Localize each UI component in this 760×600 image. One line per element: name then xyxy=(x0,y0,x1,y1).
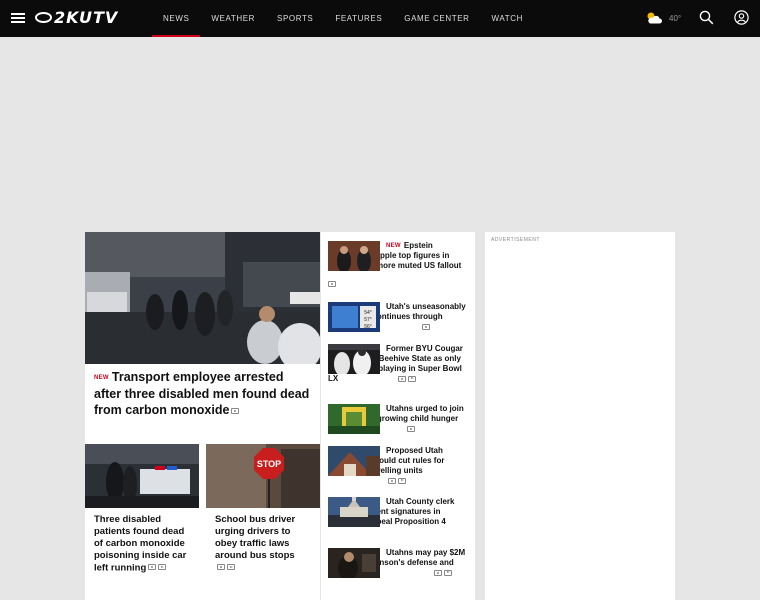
video-icon xyxy=(443,569,452,576)
hero-image[interactable] xyxy=(85,232,320,364)
nav-item-watch[interactable]: Watch xyxy=(481,0,534,37)
sub-story-image: STOP xyxy=(206,444,320,508)
nav-item-sports[interactable]: Sports xyxy=(266,0,324,37)
gallery-icon xyxy=(406,425,415,432)
story-list: NEW Epstein revelations topple top figure… xyxy=(321,232,475,600)
sub-story-1[interactable]: Three disabled patients found dead of ca… xyxy=(85,444,199,575)
nav-item-news[interactable]: News xyxy=(152,0,201,37)
advertisement-slot: ADVERTISEMENT xyxy=(485,232,675,600)
list-item[interactable]: Former BYU Cougar representing Beehive S… xyxy=(328,344,470,384)
gallery-icon xyxy=(398,375,407,382)
story-thumbnail xyxy=(328,497,380,527)
top-story-card: NEW Transport employee arrested after thr… xyxy=(85,232,320,600)
story-thumbnail xyxy=(328,446,380,476)
nav-item-game-center[interactable]: Game Center xyxy=(393,0,480,37)
site-logo[interactable]: 2KUTV xyxy=(35,8,118,28)
story-thumbnail xyxy=(328,241,380,271)
video-icon xyxy=(227,564,235,571)
svg-text:56°: 56° xyxy=(364,324,372,330)
weather-temperature: 40° xyxy=(669,13,682,23)
svg-text:57°: 57° xyxy=(364,317,372,323)
svg-text:STOP: STOP xyxy=(257,459,281,469)
list-item[interactable]: Utah County clerk finds fraudulent signa… xyxy=(328,497,470,527)
list-item[interactable]: Utahns may pay $2M for Tyler Robinson's … xyxy=(328,548,470,578)
list-item[interactable]: NEW Epstein revelations topple top figure… xyxy=(328,241,470,293)
hero-headline[interactable]: NEW Transport employee arrested after thr… xyxy=(94,369,312,418)
cbs-eye-icon xyxy=(35,12,52,23)
list-item[interactable]: Utahns urged to join effort to end growi… xyxy=(328,404,470,434)
gallery-icon xyxy=(388,477,396,484)
sub-story-headline: School bus driver urging drivers to obey… xyxy=(215,514,312,575)
story-thumbnail xyxy=(328,548,380,578)
gallery-icon xyxy=(217,564,225,571)
gallery-icon xyxy=(328,280,336,287)
story-thumbnail xyxy=(328,404,380,434)
partly-cloudy-icon xyxy=(647,12,662,24)
new-badge: NEW xyxy=(386,243,401,249)
gallery-icon xyxy=(421,323,430,330)
story-thumbnail xyxy=(328,344,380,374)
video-icon xyxy=(408,375,417,382)
gallery-icon xyxy=(433,569,442,576)
video-icon xyxy=(398,477,406,484)
ad-label: ADVERTISEMENT xyxy=(491,237,540,243)
top-navigation-bar: 2KUTV News Weather Sports Features Game … xyxy=(0,0,760,37)
main-nav: News Weather Sports Features Game Center… xyxy=(152,0,534,37)
nav-item-features[interactable]: Features xyxy=(324,0,393,37)
video-icon xyxy=(158,564,167,571)
new-badge: NEW xyxy=(94,374,109,381)
sub-story-2[interactable]: STOP School bus driver urging drivers to… xyxy=(206,444,320,575)
weather-widget[interactable]: 40° xyxy=(645,11,681,25)
nav-item-weather[interactable]: Weather xyxy=(200,0,266,37)
account-icon[interactable] xyxy=(734,10,749,25)
list-item[interactable]: Proposed Utah housing fix would cut rule… xyxy=(328,446,470,486)
gallery-icon xyxy=(148,564,157,571)
sub-story-headline: Three disabled patients found dead of ca… xyxy=(94,514,187,574)
menu-icon[interactable] xyxy=(11,13,25,23)
search-icon[interactable] xyxy=(699,10,714,25)
sub-story-image xyxy=(85,444,199,508)
story-thumbnail: 54° 57° 56° xyxy=(328,302,380,332)
list-item[interactable]: 54°57°56° Utah's unseasonably mild winte… xyxy=(328,302,470,332)
gallery-icon xyxy=(231,408,240,415)
svg-text:54°: 54° xyxy=(364,310,372,316)
